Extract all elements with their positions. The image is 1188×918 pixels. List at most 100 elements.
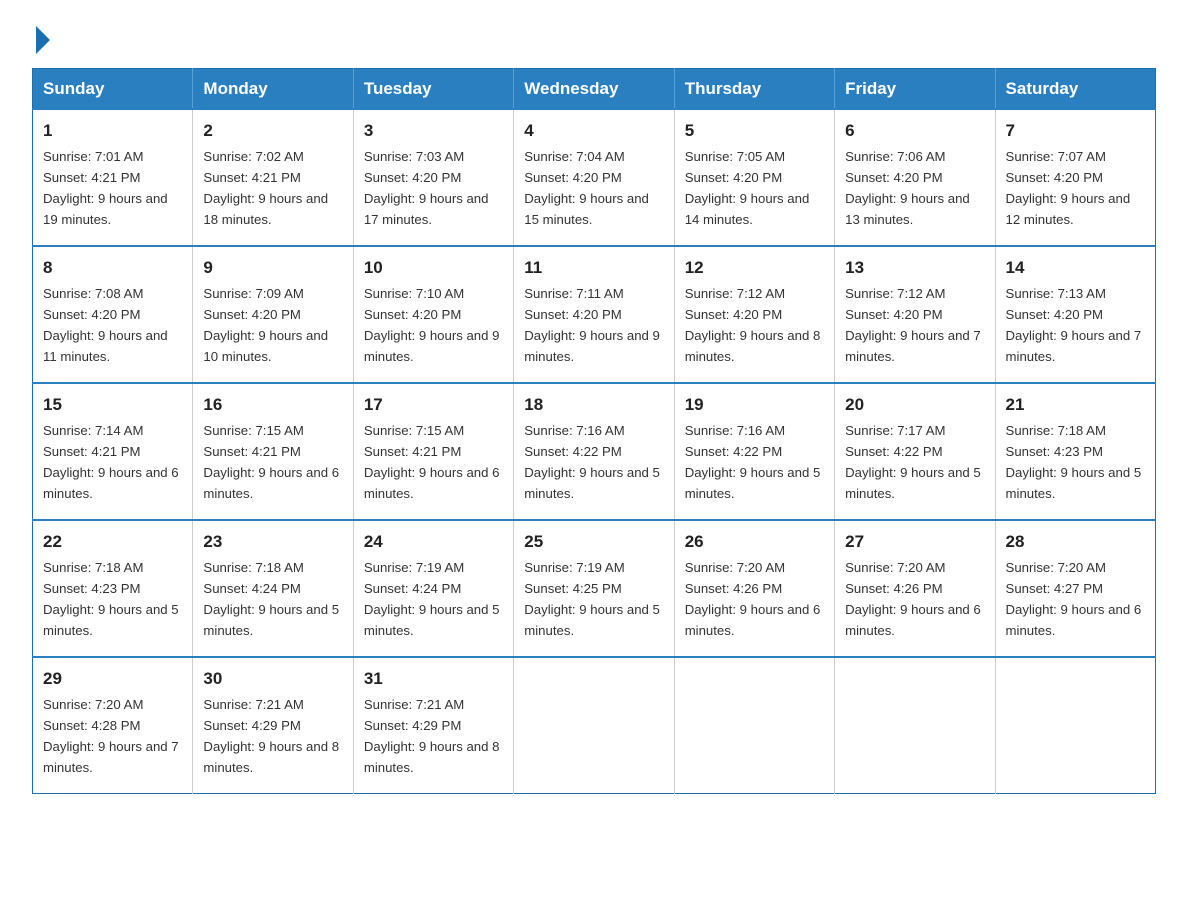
sunset-info: Sunset: 4:20 PM <box>43 307 141 322</box>
sunrise-info: Sunrise: 7:15 AM <box>364 423 464 438</box>
sunrise-info: Sunrise: 7:02 AM <box>203 149 303 164</box>
calendar-day-cell: 4 Sunrise: 7:04 AM Sunset: 4:20 PM Dayli… <box>514 109 674 246</box>
page-header <box>32 24 1156 50</box>
calendar-week-row: 8 Sunrise: 7:08 AM Sunset: 4:20 PM Dayli… <box>33 246 1156 383</box>
sunrise-info: Sunrise: 7:16 AM <box>524 423 624 438</box>
day-number: 13 <box>845 255 984 281</box>
sunset-info: Sunset: 4:20 PM <box>1006 170 1104 185</box>
daylight-info: Daylight: 9 hours and 15 minutes. <box>524 191 649 227</box>
day-number: 29 <box>43 666 182 692</box>
daylight-info: Daylight: 9 hours and 12 minutes. <box>1006 191 1131 227</box>
sunrise-info: Sunrise: 7:09 AM <box>203 286 303 301</box>
weekday-header: Sunday <box>33 69 193 110</box>
calendar-day-cell: 12 Sunrise: 7:12 AM Sunset: 4:20 PM Dayl… <box>674 246 834 383</box>
day-number: 27 <box>845 529 984 555</box>
calendar-week-row: 1 Sunrise: 7:01 AM Sunset: 4:21 PM Dayli… <box>33 109 1156 246</box>
sunrise-info: Sunrise: 7:06 AM <box>845 149 945 164</box>
daylight-info: Daylight: 9 hours and 10 minutes. <box>203 328 328 364</box>
day-number: 9 <box>203 255 342 281</box>
sunrise-info: Sunrise: 7:18 AM <box>43 560 143 575</box>
day-number: 22 <box>43 529 182 555</box>
daylight-info: Daylight: 9 hours and 6 minutes. <box>43 465 179 501</box>
day-number: 11 <box>524 255 663 281</box>
sunset-info: Sunset: 4:20 PM <box>685 170 783 185</box>
daylight-info: Daylight: 9 hours and 6 minutes. <box>685 602 821 638</box>
sunrise-info: Sunrise: 7:21 AM <box>364 697 464 712</box>
day-number: 1 <box>43 118 182 144</box>
daylight-info: Daylight: 9 hours and 5 minutes. <box>203 602 339 638</box>
calendar-day-cell: 29 Sunrise: 7:20 AM Sunset: 4:28 PM Dayl… <box>33 657 193 794</box>
sunrise-info: Sunrise: 7:20 AM <box>43 697 143 712</box>
calendar-day-cell <box>995 657 1155 794</box>
sunset-info: Sunset: 4:21 PM <box>203 444 301 459</box>
sunset-info: Sunset: 4:20 PM <box>203 307 301 322</box>
sunset-info: Sunset: 4:28 PM <box>43 718 141 733</box>
daylight-info: Daylight: 9 hours and 18 minutes. <box>203 191 328 227</box>
logo-arrow-icon <box>36 26 50 54</box>
daylight-info: Daylight: 9 hours and 8 minutes. <box>685 328 821 364</box>
sunset-info: Sunset: 4:22 PM <box>845 444 943 459</box>
sunset-info: Sunset: 4:21 PM <box>43 170 141 185</box>
calendar-day-cell: 23 Sunrise: 7:18 AM Sunset: 4:24 PM Dayl… <box>193 520 353 657</box>
calendar-day-cell: 7 Sunrise: 7:07 AM Sunset: 4:20 PM Dayli… <box>995 109 1155 246</box>
sunrise-info: Sunrise: 7:01 AM <box>43 149 143 164</box>
sunset-info: Sunset: 4:24 PM <box>203 581 301 596</box>
calendar-day-cell: 16 Sunrise: 7:15 AM Sunset: 4:21 PM Dayl… <box>193 383 353 520</box>
daylight-info: Daylight: 9 hours and 5 minutes. <box>524 465 660 501</box>
calendar-day-cell: 13 Sunrise: 7:12 AM Sunset: 4:20 PM Dayl… <box>835 246 995 383</box>
day-number: 12 <box>685 255 824 281</box>
calendar-week-row: 29 Sunrise: 7:20 AM Sunset: 4:28 PM Dayl… <box>33 657 1156 794</box>
sunrise-info: Sunrise: 7:21 AM <box>203 697 303 712</box>
sunrise-info: Sunrise: 7:03 AM <box>364 149 464 164</box>
calendar-day-cell: 15 Sunrise: 7:14 AM Sunset: 4:21 PM Dayl… <box>33 383 193 520</box>
daylight-info: Daylight: 9 hours and 6 minutes. <box>203 465 339 501</box>
sunset-info: Sunset: 4:21 PM <box>203 170 301 185</box>
day-number: 15 <box>43 392 182 418</box>
calendar-day-cell: 3 Sunrise: 7:03 AM Sunset: 4:20 PM Dayli… <box>353 109 513 246</box>
day-number: 6 <box>845 118 984 144</box>
calendar-day-cell: 19 Sunrise: 7:16 AM Sunset: 4:22 PM Dayl… <box>674 383 834 520</box>
sunrise-info: Sunrise: 7:14 AM <box>43 423 143 438</box>
weekday-header: Friday <box>835 69 995 110</box>
sunset-info: Sunset: 4:26 PM <box>845 581 943 596</box>
day-number: 7 <box>1006 118 1145 144</box>
calendar-table: SundayMondayTuesdayWednesdayThursdayFrid… <box>32 68 1156 794</box>
day-number: 18 <box>524 392 663 418</box>
daylight-info: Daylight: 9 hours and 6 minutes. <box>845 602 981 638</box>
day-number: 8 <box>43 255 182 281</box>
weekday-header: Thursday <box>674 69 834 110</box>
day-number: 26 <box>685 529 824 555</box>
day-number: 17 <box>364 392 503 418</box>
sunset-info: Sunset: 4:20 PM <box>845 307 943 322</box>
calendar-day-cell: 10 Sunrise: 7:10 AM Sunset: 4:20 PM Dayl… <box>353 246 513 383</box>
daylight-info: Daylight: 9 hours and 6 minutes. <box>1006 602 1142 638</box>
calendar-header-row: SundayMondayTuesdayWednesdayThursdayFrid… <box>33 69 1156 110</box>
day-number: 21 <box>1006 392 1145 418</box>
daylight-info: Daylight: 9 hours and 8 minutes. <box>364 739 500 775</box>
daylight-info: Daylight: 9 hours and 14 minutes. <box>685 191 810 227</box>
calendar-day-cell: 14 Sunrise: 7:13 AM Sunset: 4:20 PM Dayl… <box>995 246 1155 383</box>
sunrise-info: Sunrise: 7:16 AM <box>685 423 785 438</box>
day-number: 19 <box>685 392 824 418</box>
weekday-header: Wednesday <box>514 69 674 110</box>
calendar-day-cell: 11 Sunrise: 7:11 AM Sunset: 4:20 PM Dayl… <box>514 246 674 383</box>
daylight-info: Daylight: 9 hours and 11 minutes. <box>43 328 168 364</box>
calendar-day-cell: 2 Sunrise: 7:02 AM Sunset: 4:21 PM Dayli… <box>193 109 353 246</box>
daylight-info: Daylight: 9 hours and 6 minutes. <box>364 465 500 501</box>
calendar-day-cell: 24 Sunrise: 7:19 AM Sunset: 4:24 PM Dayl… <box>353 520 513 657</box>
sunrise-info: Sunrise: 7:18 AM <box>1006 423 1106 438</box>
sunrise-info: Sunrise: 7:20 AM <box>685 560 785 575</box>
calendar-day-cell: 8 Sunrise: 7:08 AM Sunset: 4:20 PM Dayli… <box>33 246 193 383</box>
calendar-day-cell: 26 Sunrise: 7:20 AM Sunset: 4:26 PM Dayl… <box>674 520 834 657</box>
sunset-info: Sunset: 4:23 PM <box>1006 444 1104 459</box>
sunrise-info: Sunrise: 7:20 AM <box>845 560 945 575</box>
day-number: 20 <box>845 392 984 418</box>
calendar-day-cell: 20 Sunrise: 7:17 AM Sunset: 4:22 PM Dayl… <box>835 383 995 520</box>
daylight-info: Daylight: 9 hours and 5 minutes. <box>1006 465 1142 501</box>
day-number: 23 <box>203 529 342 555</box>
sunrise-info: Sunrise: 7:12 AM <box>845 286 945 301</box>
daylight-info: Daylight: 9 hours and 5 minutes. <box>845 465 981 501</box>
sunset-info: Sunset: 4:20 PM <box>1006 307 1104 322</box>
sunrise-info: Sunrise: 7:17 AM <box>845 423 945 438</box>
daylight-info: Daylight: 9 hours and 7 minutes. <box>1006 328 1142 364</box>
